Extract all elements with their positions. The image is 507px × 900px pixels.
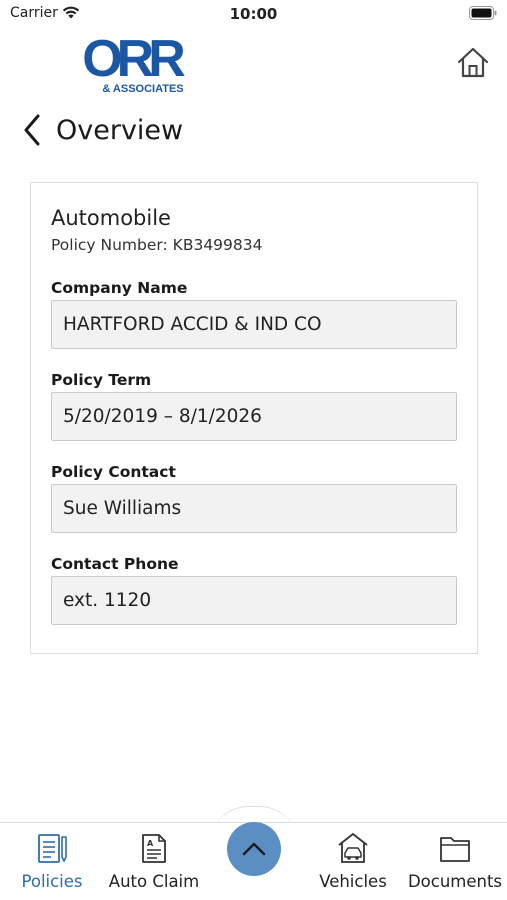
home-icon [457,47,489,78]
back-button[interactable]: Overview [20,110,183,150]
vehicles-icon [338,833,368,863]
policy-card: Automobile Policy Number: KB3499834 Comp… [30,182,478,654]
tab-auto-claim-label: Auto Claim [108,872,200,891]
tab-documents[interactable]: Documents [405,823,505,900]
policy-contact-label: Policy Contact [51,463,176,481]
home-button[interactable] [454,44,492,82]
company-name-label: Company Name [51,279,188,297]
policy-contact-field: Sue Williams [51,484,457,533]
svg-text:A: A [147,839,154,848]
contact-phone-field: ext. 1120 [51,576,457,625]
documents-icon [440,837,470,862]
tab-documents-label: Documents [407,872,503,891]
tab-policies[interactable]: Policies [10,823,94,900]
page-title: Overview [56,114,184,146]
svg-text:ORR: ORR [82,30,185,88]
policies-icon [38,834,67,863]
chevron-up-icon [242,842,266,856]
svg-text:& ASSOCIATES: & ASSOCIATES [102,83,183,95]
policy-type: Automobile [51,206,171,230]
company-name-field: HARTFORD ACCID & IND CO [51,300,457,349]
policy-number: Policy Number: KB3499834 [51,236,263,254]
status-bar: Carrier 10:00 [0,0,507,28]
chevron-left-icon [24,114,40,146]
policy-term-label: Policy Term [51,371,152,389]
tab-policies-label: Policies [21,872,83,891]
auto-claim-icon: A [142,834,166,863]
expand-menu-button[interactable] [227,822,281,876]
policy-term-field: 5/20/2019 – 8/1/2026 [51,392,457,441]
status-time: 10:00 [229,5,278,23]
tab-vehicles[interactable]: Vehicles [313,823,393,900]
tab-vehicles-label: Vehicles [319,872,387,891]
orr-associates-logo: ORR & ASSOCIATES [82,30,191,95]
contact-phone-label: Contact Phone [51,555,179,573]
tab-auto-claim[interactable]: A Auto Claim [104,823,204,900]
battery-icon [469,6,497,20]
